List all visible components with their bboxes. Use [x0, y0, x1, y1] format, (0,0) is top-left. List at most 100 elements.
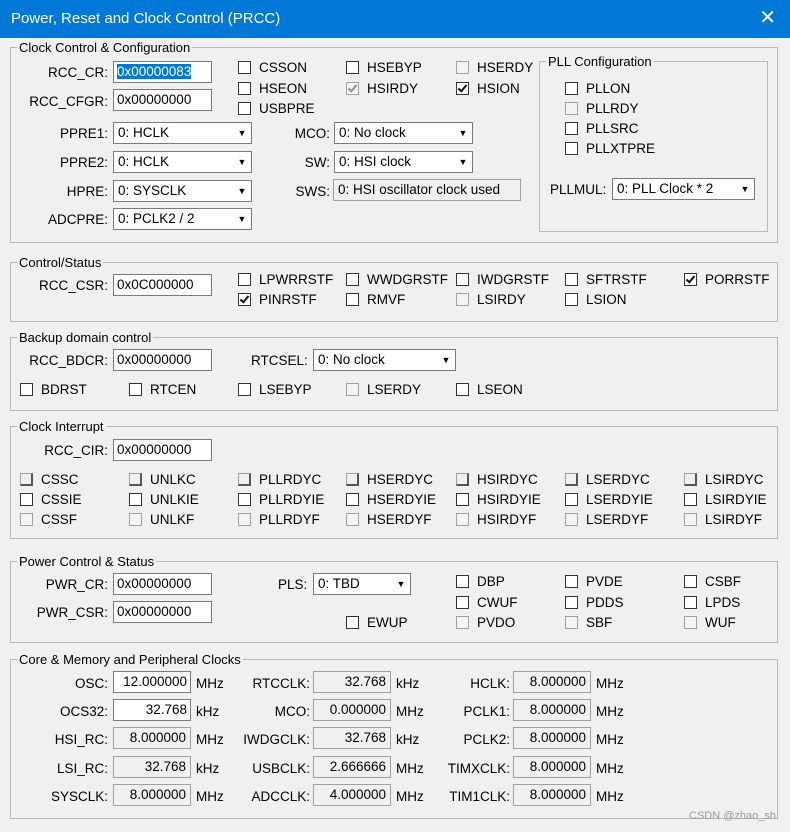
lpwrrstf-checkbox[interactable]: LPWRRSTF [238, 270, 333, 288]
lsirdyie-checkbox[interactable]: LSIRDYIE [684, 490, 767, 508]
cssc-button[interactable]: CSSC [20, 470, 79, 488]
unlkie-checkbox[interactable]: UNLKIE [129, 490, 199, 508]
lserdyc-button[interactable]: LSERDYC [565, 470, 650, 488]
unlkf-checkbox: UNLKF [129, 510, 194, 528]
chevron-down-icon[interactable]: ▼ [454, 123, 472, 143]
unlkc-button[interactable]: UNLKC [129, 470, 196, 488]
rcc-cir-field[interactable]: 0x00000000 [113, 439, 212, 461]
ewup-checkbox[interactable]: EWUP [346, 613, 408, 631]
pls-select[interactable]: 0: TBD ▼ [313, 573, 411, 595]
mco-select[interactable]: 0: No clock ▼ [334, 122, 473, 144]
csbf-checkbox[interactable]: CSBF [684, 572, 741, 590]
cb-label: PVDE [586, 573, 623, 589]
usbclk-label: USBCLK: [252, 761, 310, 776]
rcc-cr-value: 0x00000083 [117, 64, 192, 79]
chevron-down-icon[interactable]: ▼ [233, 152, 251, 172]
ppre2-select[interactable]: 0: HCLK ▼ [113, 151, 252, 173]
iwdgrstf-checkbox[interactable]: IWDGRSTF [456, 270, 549, 288]
pwr-csr-field[interactable]: 0x00000000 [113, 601, 212, 623]
rcc-bdcr-label: RCC_BDCR: [29, 353, 108, 368]
lsirdyc-button[interactable]: LSIRDYC [684, 470, 764, 488]
rcc-csr-field[interactable]: 0x0C000000 [113, 274, 212, 296]
usbpre-checkbox[interactable]: USBPRE [238, 99, 315, 117]
rcc-bdcr-field[interactable]: 0x00000000 [113, 349, 212, 371]
hsion-checkbox[interactable]: HSION [456, 79, 520, 97]
pllxtpre-checkbox[interactable]: PLLXTPRE [565, 139, 655, 157]
chevron-down-icon[interactable]: ▼ [233, 181, 251, 201]
pwr-cr-field[interactable]: 0x00000000 [113, 573, 212, 595]
cssie-checkbox[interactable]: CSSIE [20, 490, 82, 508]
hsirdyc-button[interactable]: HSIRDYC [456, 470, 538, 488]
pllrdyf-checkbox: PLLRDYF [238, 510, 320, 528]
hpre-select[interactable]: 0: SYSCLK ▼ [113, 180, 252, 202]
cb-label: IWDGRSTF [477, 271, 549, 287]
pllrdyc-button[interactable]: PLLRDYC [238, 470, 321, 488]
tim1clk-unit: MHz [596, 789, 624, 804]
close-icon[interactable]: ✕ [759, 7, 776, 29]
cb-label: HSERDYF [367, 511, 432, 527]
cb-label: LSERDYC [586, 471, 650, 487]
pllmul-value: 0: PLL Clock * 2 [617, 181, 714, 196]
sftrstf-checkbox[interactable]: SFTRSTF [565, 270, 647, 288]
wuf-checkbox: WUF [684, 613, 736, 631]
rtcen-checkbox[interactable]: RTCEN [129, 380, 196, 398]
pvde-checkbox[interactable]: PVDE [565, 572, 623, 590]
tim1clk-label: TIM1CLK: [449, 789, 510, 804]
hseon-checkbox[interactable]: HSEON [238, 79, 307, 97]
hserdyc-button[interactable]: HSERDYC [346, 470, 433, 488]
cb-label: HSIRDYF [477, 511, 537, 527]
adcpre-select[interactable]: 0: PCLK2 / 2 ▼ [113, 208, 252, 230]
ocs32-field[interactable]: 32.768 [113, 699, 191, 721]
sws-field: 0: HSI oscillator clock used [333, 179, 521, 201]
chevron-down-icon[interactable]: ▼ [454, 152, 472, 172]
pdds-checkbox[interactable]: PDDS [565, 593, 624, 611]
rcc-cfgr-field[interactable]: 0x00000000 [113, 89, 212, 111]
porrstf-checkbox[interactable]: PORRSTF [684, 270, 770, 288]
hclk-label: HCLK: [470, 676, 510, 691]
pllon-checkbox[interactable]: PLLON [565, 79, 630, 97]
pllrdy-checkbox: PLLRDY [565, 99, 639, 117]
hpre-label: HPRE: [66, 184, 108, 199]
hsebyp-checkbox[interactable]: HSEBYP [346, 58, 422, 76]
chevron-down-icon[interactable]: ▼ [736, 179, 754, 199]
hserdyie-checkbox[interactable]: HSERDYIE [346, 490, 436, 508]
cb-label: LSIRDYC [705, 471, 764, 487]
cb-label: HSEBYP [367, 59, 422, 75]
hsirdyie-checkbox[interactable]: HSIRDYIE [456, 490, 541, 508]
ppre1-value: 0: HCLK [118, 125, 170, 140]
rtcsel-select[interactable]: 0: No clock ▼ [313, 349, 456, 371]
dbp-checkbox[interactable]: DBP [456, 572, 505, 590]
lsebyp-checkbox[interactable]: LSEBYP [238, 380, 312, 398]
cb-label: EWUP [367, 614, 408, 630]
bdrst-checkbox[interactable]: BDRST [20, 380, 87, 398]
pinrstf-checkbox[interactable]: PINRSTF [238, 290, 317, 308]
cb-label: HSIRDYC [477, 471, 538, 487]
cb-label: PLLRDYC [259, 471, 322, 487]
csson-checkbox[interactable]: CSSON [238, 58, 307, 76]
cb-label: PINRSTF [259, 291, 317, 307]
power-legend: Power Control & Status [17, 554, 157, 569]
cb-label: RTCEN [150, 381, 197, 397]
chevron-down-icon[interactable]: ▼ [392, 574, 410, 594]
pllrdyie-checkbox[interactable]: PLLRDYIE [238, 490, 324, 508]
mco-clk-field: 0.000000 [313, 699, 391, 721]
pllmul-select[interactable]: 0: PLL Clock * 2 ▼ [612, 178, 755, 200]
lserdyie-checkbox[interactable]: LSERDYIE [565, 490, 653, 508]
cb-label: CSSF [41, 511, 78, 527]
cwuf-checkbox[interactable]: CWUF [456, 593, 518, 611]
sw-select[interactable]: 0: HSI clock ▼ [334, 151, 473, 173]
lsion-checkbox[interactable]: LSION [565, 290, 627, 308]
chevron-down-icon[interactable]: ▼ [233, 209, 251, 229]
lpds-checkbox[interactable]: LPDS [684, 593, 740, 611]
rcc-cr-field[interactable]: 0x00000083 [113, 61, 212, 83]
wwdgrstf-checkbox[interactable]: WWDGRSTF [346, 270, 448, 288]
pllsrc-checkbox[interactable]: PLLSRC [565, 119, 639, 137]
rmvf-checkbox[interactable]: RMVF [346, 290, 405, 308]
osc-field[interactable]: 12.000000 [113, 671, 191, 693]
ppre1-select[interactable]: 0: HCLK ▼ [113, 122, 252, 144]
chevron-down-icon[interactable]: ▼ [437, 350, 455, 370]
lseon-checkbox[interactable]: LSEON [456, 380, 523, 398]
pclk2-label: PCLK2: [463, 732, 510, 747]
clock-interrupt-legend: Clock Interrupt [17, 419, 106, 434]
chevron-down-icon[interactable]: ▼ [233, 123, 251, 143]
